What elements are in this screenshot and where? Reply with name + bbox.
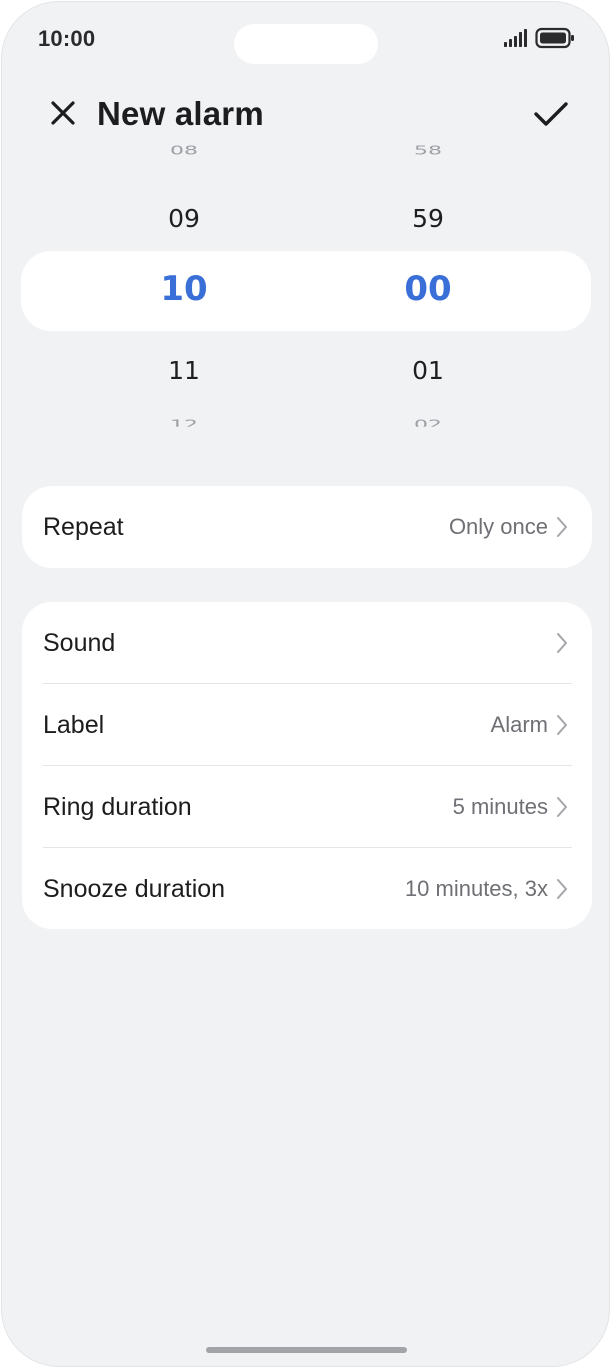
minute-option[interactable]: 01 <box>368 356 488 385</box>
home-indicator[interactable] <box>206 1347 407 1353</box>
status-time: 10:00 <box>38 26 96 51</box>
ring-duration-row[interactable]: Ring duration 5 minutes <box>22 766 592 848</box>
label-value-group: Alarm <box>491 712 568 738</box>
close-icon <box>49 99 77 132</box>
snooze-duration-value: 10 minutes, 3x <box>404 876 548 901</box>
alarm-settings-card: Sound Label Alarm Ring duration 5 minute… <box>22 602 592 929</box>
minute-option[interactable]: 58 <box>368 144 488 155</box>
hour-selected[interactable]: 10 <box>124 269 244 309</box>
picker-selection-highlight <box>21 251 591 331</box>
label-value: Alarm <box>490 712 548 737</box>
ring-duration-label: Ring duration <box>43 792 192 821</box>
close-button[interactable] <box>46 98 80 132</box>
sound-value-group <box>548 632 568 654</box>
sound-row[interactable]: Sound <box>22 602 592 684</box>
repeat-row[interactable]: Repeat Only once <box>22 486 592 568</box>
snooze-duration-value-group: 10 minutes, 3x <box>405 876 568 902</box>
phone-screen: 10:00 New alarm 08 09 10 11 12 58 59 00 … <box>1 1 610 1367</box>
chevron-right-icon <box>556 796 568 818</box>
hour-option[interactable]: 08 <box>124 144 244 155</box>
check-icon <box>533 100 569 133</box>
status-icons <box>503 27 575 54</box>
snooze-duration-label: Snooze duration <box>43 874 226 903</box>
repeat-value: Only once <box>448 514 548 539</box>
time-picker[interactable]: 08 09 10 11 12 58 59 00 01 02 <box>2 144 609 442</box>
snooze-duration-row[interactable]: Snooze duration 10 minutes, 3x <box>22 848 592 930</box>
chevron-right-icon <box>556 632 568 654</box>
confirm-button[interactable] <box>531 96 571 136</box>
chevron-right-icon <box>556 516 568 538</box>
label-row[interactable]: Label Alarm <box>22 684 592 766</box>
chevron-right-icon <box>556 714 568 736</box>
repeat-label: Repeat <box>43 512 124 541</box>
repeat-card: Repeat Only once <box>22 486 592 568</box>
ring-duration-value-group: 5 minutes <box>453 794 568 820</box>
repeat-value-group: Only once <box>449 514 568 540</box>
page-title: New alarm <box>97 95 264 132</box>
sound-label: Sound <box>43 628 116 657</box>
hour-option[interactable]: 11 <box>124 356 244 385</box>
camera-notch <box>234 24 378 64</box>
label-label: Label <box>43 710 105 739</box>
hour-option[interactable]: 12 <box>124 418 244 427</box>
minute-wheel[interactable]: 58 59 00 01 02 <box>368 144 488 442</box>
signal-icon <box>503 28 527 53</box>
minute-option[interactable]: 59 <box>368 204 488 233</box>
chevron-right-icon <box>556 878 568 900</box>
minute-option[interactable]: 02 <box>368 418 488 427</box>
minute-selected[interactable]: 00 <box>368 269 488 309</box>
battery-icon <box>535 27 575 54</box>
hour-option[interactable]: 09 <box>124 204 244 233</box>
hour-wheel[interactable]: 08 09 10 11 12 <box>124 144 244 442</box>
ring-duration-value: 5 minutes <box>452 794 548 819</box>
